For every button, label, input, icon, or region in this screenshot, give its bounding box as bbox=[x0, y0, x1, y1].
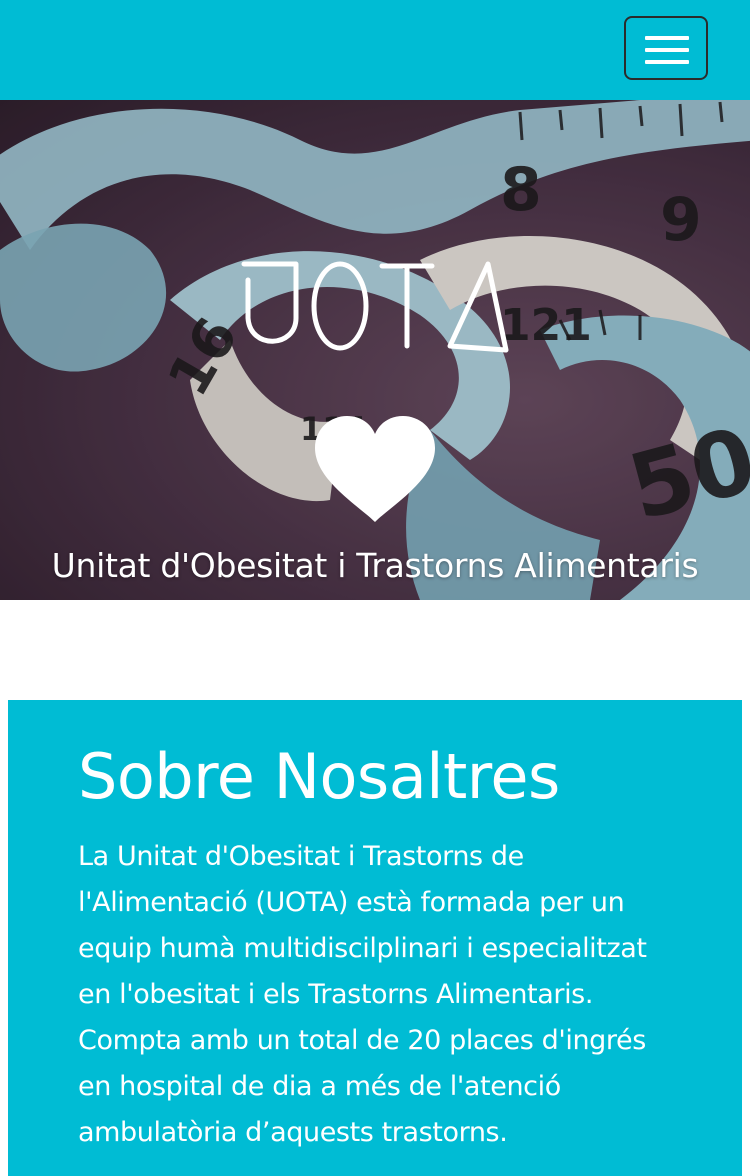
hero-tagline: Unitat d'Obesitat i Trastorns Alimentari… bbox=[51, 546, 699, 585]
hero-banner: 8 9 121 16 50 114 Unitat d'Obesitat i Tr… bbox=[0, 100, 750, 600]
about-section: Sobre Nosaltres La Unitat d'Obesitat i T… bbox=[8, 700, 742, 1176]
heart-icon bbox=[315, 416, 435, 522]
about-title: Sobre Nosaltres bbox=[78, 740, 560, 813]
uota-logo bbox=[241, 261, 509, 353]
hamburger-menu-button[interactable] bbox=[624, 16, 708, 80]
about-body: La Unitat d'Obesitat i Trastorns de l'Al… bbox=[78, 841, 647, 1148]
top-navbar bbox=[0, 0, 750, 100]
